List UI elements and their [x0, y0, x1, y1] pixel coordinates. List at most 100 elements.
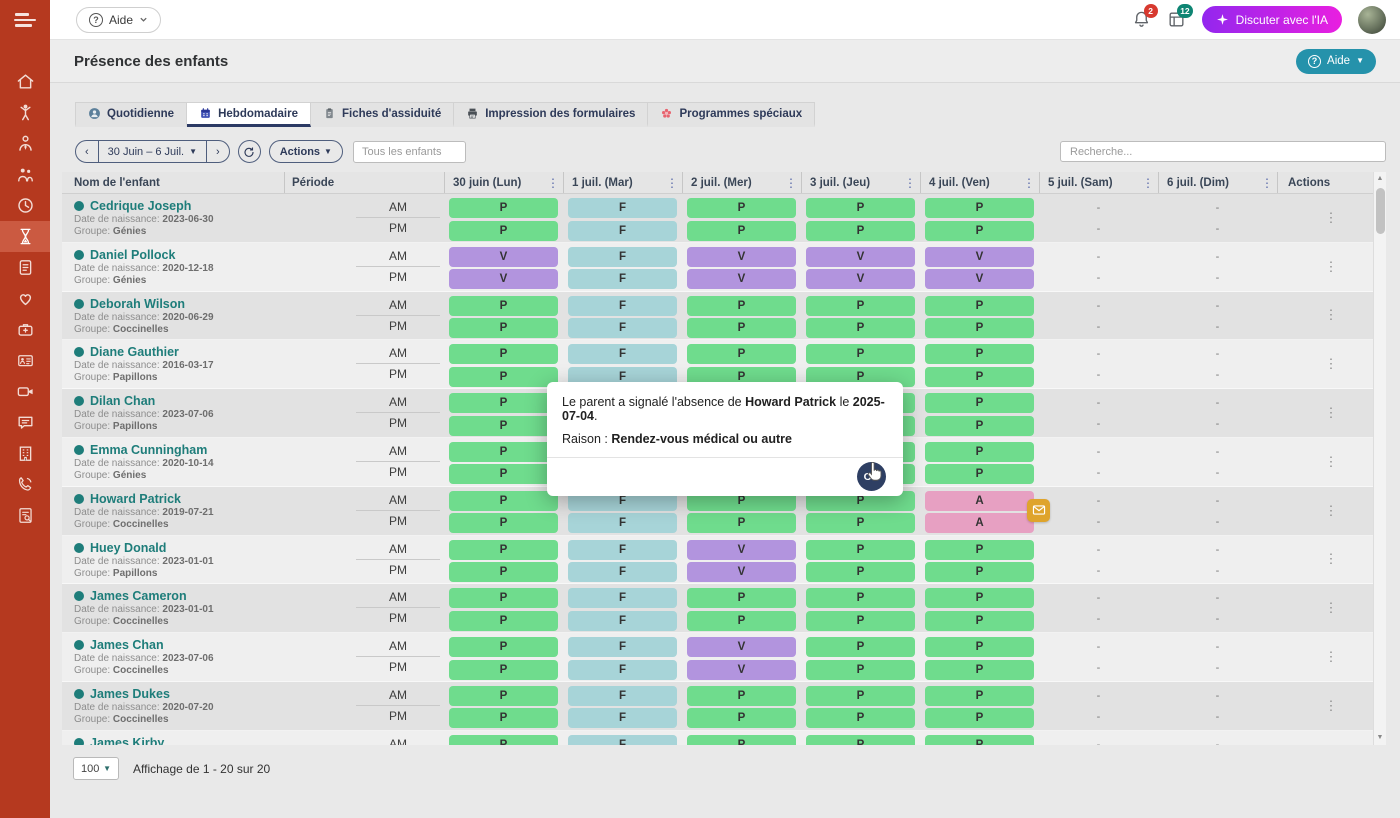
sidebar-item-families[interactable]: [0, 159, 50, 190]
status-chip-P[interactable]: P: [449, 735, 558, 745]
child-name-link[interactable]: James Dukes: [74, 687, 284, 701]
status-chip-P[interactable]: P: [449, 464, 558, 484]
status-chip-F[interactable]: F: [568, 269, 677, 289]
column-menu-icon[interactable]: ⋮: [1261, 176, 1273, 190]
status-chip-P[interactable]: P: [687, 318, 796, 338]
tab-quotidienne[interactable]: Quotidienne: [75, 102, 187, 127]
status-chip-V[interactable]: V: [687, 660, 796, 680]
status-chip-P[interactable]: P: [925, 198, 1034, 218]
column-menu-icon[interactable]: ⋮: [785, 176, 797, 190]
status-chip-P[interactable]: P: [925, 344, 1034, 364]
status-chip-P[interactable]: P: [687, 611, 796, 631]
sidebar-item-educator[interactable]: [0, 128, 50, 159]
status-chip-P[interactable]: P: [925, 221, 1034, 241]
status-chip-F[interactable]: F: [568, 513, 677, 533]
status-chip-F[interactable]: F: [568, 221, 677, 241]
column-menu-icon[interactable]: ⋮: [1023, 176, 1035, 190]
row-menu-icon[interactable]: ⋮: [1325, 551, 1339, 567]
tab-impression-des-formulaires[interactable]: Impression des formulaires: [454, 102, 648, 127]
status-chip-P[interactable]: P: [687, 735, 796, 745]
child-name-link[interactable]: James Chan: [74, 638, 284, 652]
row-menu-icon[interactable]: ⋮: [1325, 259, 1339, 275]
status-chip-V[interactable]: V: [925, 269, 1034, 289]
status-chip-P[interactable]: P: [687, 221, 796, 241]
status-chip-P[interactable]: P: [925, 442, 1034, 462]
status-chip-P[interactable]: P: [687, 708, 796, 728]
sidebar-item-notes[interactable]: [0, 252, 50, 283]
status-chip-P[interactable]: P: [449, 588, 558, 608]
status-chip-P[interactable]: P: [806, 660, 915, 680]
status-chip-P[interactable]: P: [806, 344, 915, 364]
status-chip-V[interactable]: V: [806, 247, 915, 267]
status-chip-P[interactable]: P: [806, 637, 915, 657]
child-name-link[interactable]: Dilan Chan: [74, 394, 284, 408]
status-chip-P[interactable]: P: [449, 221, 558, 241]
status-chip-P[interactable]: P: [449, 393, 558, 413]
search-input[interactable]: [1060, 141, 1386, 162]
status-chip-P[interactable]: P: [806, 318, 915, 338]
row-menu-icon[interactable]: ⋮: [1325, 307, 1339, 323]
status-chip-P[interactable]: P: [449, 491, 558, 511]
user-avatar[interactable]: [1358, 6, 1386, 34]
vertical-scrollbar[interactable]: ▲ ▼: [1373, 172, 1386, 745]
chat-ai-button[interactable]: Discuter avec l'IA: [1202, 6, 1342, 33]
status-chip-P[interactable]: P: [925, 708, 1034, 728]
status-chip-P[interactable]: P: [449, 416, 558, 436]
status-chip-V[interactable]: V: [687, 562, 796, 582]
child-name-link[interactable]: Deborah Wilson: [74, 297, 284, 311]
child-name-link[interactable]: Emma Cunningham: [74, 443, 284, 457]
status-chip-P[interactable]: P: [449, 367, 558, 387]
ok-button[interactable]: OK: [857, 462, 886, 491]
status-chip-F[interactable]: F: [568, 296, 677, 316]
sidebar-item-child[interactable]: [0, 97, 50, 128]
status-chip-F[interactable]: F: [568, 686, 677, 706]
row-menu-icon[interactable]: ⋮: [1325, 405, 1339, 421]
status-chip-V[interactable]: V: [687, 637, 796, 657]
notifications-button[interactable]: 2: [1132, 10, 1151, 29]
status-chip-P[interactable]: P: [449, 198, 558, 218]
status-chip-P[interactable]: P: [806, 708, 915, 728]
column-menu-icon[interactable]: ⋮: [1142, 176, 1154, 190]
status-chip-P[interactable]: P: [806, 221, 915, 241]
status-chip-V[interactable]: V: [687, 540, 796, 560]
sidebar-item-home[interactable]: [0, 66, 50, 97]
tab-hebdomadaire[interactable]: Hebdomadaire: [187, 102, 311, 127]
help-dropdown[interactable]: ? Aide: [76, 7, 161, 33]
status-chip-P[interactable]: P: [449, 540, 558, 560]
status-chip-P[interactable]: P: [449, 344, 558, 364]
status-chip-P[interactable]: P: [449, 611, 558, 631]
row-menu-icon[interactable]: ⋮: [1325, 210, 1339, 226]
status-chip-F[interactable]: F: [568, 611, 677, 631]
sidebar-item-report[interactable]: [0, 500, 50, 531]
row-menu-icon[interactable]: ⋮: [1325, 454, 1339, 470]
column-menu-icon[interactable]: ⋮: [904, 176, 916, 190]
status-chip-A[interactable]: A: [925, 513, 1034, 533]
status-chip-F[interactable]: F: [568, 247, 677, 267]
status-chip-P[interactable]: P: [925, 296, 1034, 316]
sidebar-item-heart[interactable]: [0, 283, 50, 314]
tab-fiches-d-assiduit[interactable]: Fiches d'assiduité: [311, 102, 454, 127]
child-name-link[interactable]: James Cameron: [74, 589, 284, 603]
updates-button[interactable]: 12: [1167, 10, 1186, 29]
status-chip-P[interactable]: P: [925, 562, 1034, 582]
status-chip-F[interactable]: F: [568, 198, 677, 218]
children-filter-input[interactable]: [353, 141, 466, 163]
status-chip-P[interactable]: P: [449, 296, 558, 316]
status-chip-F[interactable]: F: [568, 735, 677, 745]
status-chip-V[interactable]: V: [449, 247, 558, 267]
refresh-button[interactable]: [238, 140, 261, 163]
page-help-button[interactable]: ? Aide ▼: [1296, 49, 1376, 74]
status-chip-P[interactable]: P: [925, 735, 1034, 745]
sidebar-item-building[interactable]: [0, 438, 50, 469]
status-chip-V[interactable]: V: [925, 247, 1034, 267]
status-chip-P[interactable]: P: [806, 686, 915, 706]
status-chip-P[interactable]: P: [806, 296, 915, 316]
status-chip-P[interactable]: P: [925, 367, 1034, 387]
status-chip-P[interactable]: P: [925, 588, 1034, 608]
status-chip-P[interactable]: P: [687, 588, 796, 608]
status-chip-P[interactable]: P: [925, 393, 1034, 413]
status-chip-V[interactable]: V: [449, 269, 558, 289]
sidebar-item-hourglass[interactable]: [0, 221, 50, 252]
status-chip-P[interactable]: P: [449, 513, 558, 533]
tab-programmes-sp-ciaux[interactable]: Programmes spéciaux: [648, 102, 815, 127]
